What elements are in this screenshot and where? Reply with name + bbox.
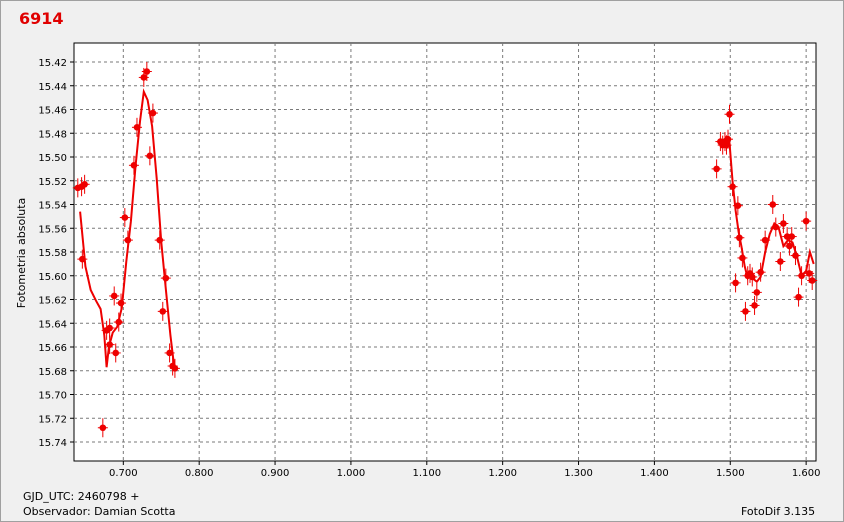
y-tick-label: 15.54 xyxy=(38,201,67,212)
x-tick-label: 1.400 xyxy=(640,468,669,479)
y-tick-label: 15.64 xyxy=(38,319,67,330)
y-axis-label: Fotometria absoluta xyxy=(15,198,28,309)
y-tick-label: 15.74 xyxy=(38,438,67,449)
y-tick-label: 15.60 xyxy=(38,272,67,283)
y-tick-label: 15.56 xyxy=(38,224,67,235)
y-tick-label: 15.46 xyxy=(38,106,67,117)
chart-window: 6914 15.42 15.44 15.46 15.48 15.50 15.52 15.54… xyxy=(0,0,844,522)
y-tick-label: 15.70 xyxy=(38,391,67,402)
grid xyxy=(73,42,817,462)
x-tick-label: 0.700 xyxy=(109,468,138,479)
x-tick-label: 1.000 xyxy=(337,468,366,479)
y-tick-label: 15.52 xyxy=(38,177,67,188)
y-tick-label: 15.48 xyxy=(38,129,67,140)
x-axis-ticks: 0.700 0.800 0.900 1.000 1.100 1.200 1.300 1.400… xyxy=(109,461,820,479)
light-curve-plot: 15.42 15.44 15.46 15.48 15.50 15.52 15.54 15.56… xyxy=(15,42,820,479)
y-tick-label: 15.58 xyxy=(38,248,67,259)
y-tick-label: 15.50 xyxy=(38,153,67,164)
y-tick-label: 15.42 xyxy=(38,58,67,69)
x-tick-label: 1.300 xyxy=(564,468,593,479)
y-tick-label: 15.62 xyxy=(38,296,67,307)
x-tick-label: 1.200 xyxy=(488,468,517,479)
jd-label: GJD_UTC: 2460798 + xyxy=(23,490,140,503)
observer-label: Observador: Damian Scotta xyxy=(23,505,176,518)
y-axis-ticks: 15.42 15.44 15.46 15.48 15.50 15.52 15.54 15.56… xyxy=(38,58,74,449)
x-tick-label: 1.600 xyxy=(792,468,821,479)
y-tick-label: 15.72 xyxy=(38,414,67,425)
x-tick-label: 0.900 xyxy=(261,468,290,479)
x-tick-label: 1.500 xyxy=(716,468,745,479)
x-tick-label: 0.800 xyxy=(185,468,214,479)
y-tick-label: 15.68 xyxy=(38,367,67,378)
x-tick-label: 1.100 xyxy=(412,468,441,479)
y-tick-label: 15.66 xyxy=(38,343,67,354)
y-tick-label: 15.44 xyxy=(38,82,67,93)
software-version: FotoDif 3.135 xyxy=(741,505,816,518)
